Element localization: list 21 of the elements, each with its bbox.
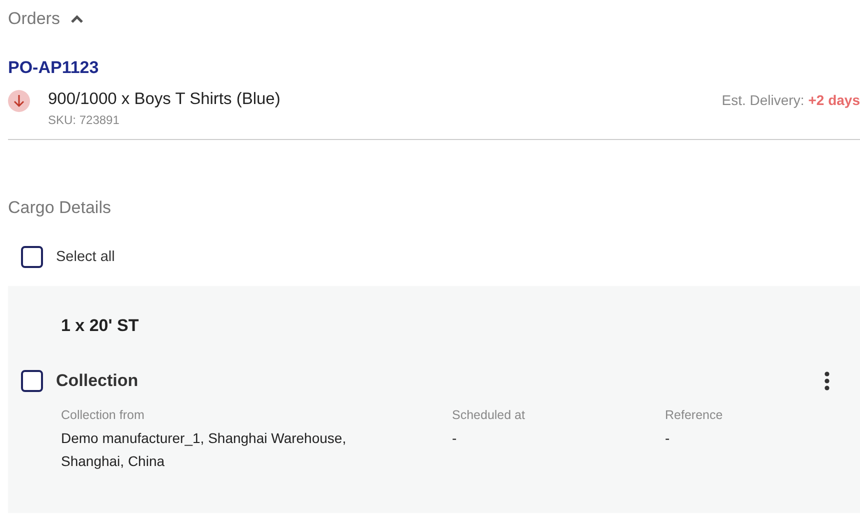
field-value: - [665,429,670,448]
delivery-label: Est. Delivery: [722,92,804,108]
field-value: - [452,429,457,448]
field-value: Demo manufacturer_1, Shanghai Warehouse, Shanghai, China [61,429,348,471]
item-name: 900/1000 x Boys T Shirts (Blue) [48,90,280,109]
container-title: 1 x 20' ST [60,316,140,336]
checkbox-label: Select all [56,249,115,265]
kebab-menu-icon [824,371,830,391]
leg-title: Collection [56,371,138,391]
checkbox[interactable] [21,246,43,268]
checkbox[interactable] [21,370,43,392]
field-label: Reference [665,408,724,422]
more-button[interactable] [824,371,830,391]
field-label: Scheduled at [452,408,526,422]
order-number-link[interactable]: PO-AP1123 [8,58,99,78]
section-title: Orders [8,9,60,29]
field-label: Collection from [61,408,146,422]
delivery-value: +2 days [808,92,860,108]
chevron-icon [70,13,84,25]
section-title: Cargo Details [8,198,112,218]
sku-text: SKU: 723891 [48,113,120,127]
